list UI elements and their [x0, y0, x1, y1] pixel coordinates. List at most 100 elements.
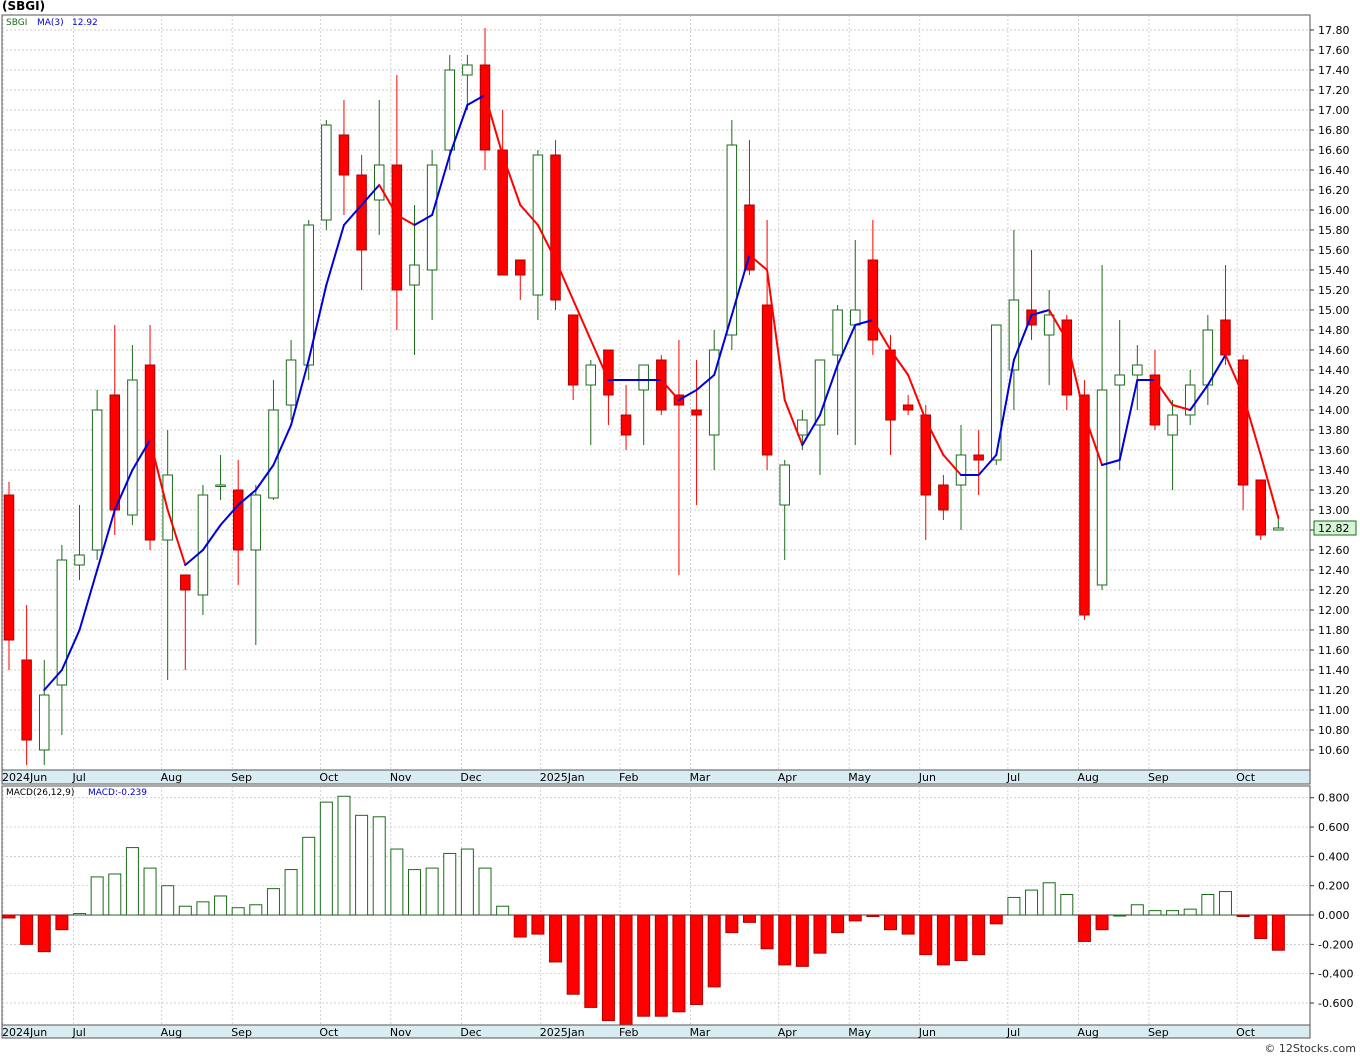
candle-body	[620, 414, 632, 436]
macd-bar	[972, 914, 986, 956]
macd-bar	[302, 836, 316, 916]
price-y-tick-label: 17.40	[1318, 64, 1350, 77]
macd-x-tick-label: Apr	[778, 1026, 798, 1039]
candle-body	[1114, 374, 1125, 386]
macd-bar	[390, 848, 404, 916]
site-credit: © 12Stocks.com	[1264, 1042, 1356, 1055]
macd-bar	[637, 914, 651, 1017]
macd-legend-value: -0.239	[118, 788, 147, 798]
candle-body	[1043, 314, 1055, 336]
candle-body	[867, 259, 879, 341]
macd-bar	[1166, 910, 1180, 916]
candle-body	[1220, 319, 1231, 356]
price-y-tick-label: 17.00	[1318, 104, 1350, 117]
macd-bar	[584, 914, 598, 1008]
macd-bar	[266, 888, 280, 916]
candle-body	[1079, 394, 1090, 616]
macd-bar	[73, 913, 87, 916]
macd-y-tick-label: -0.400	[1318, 968, 1353, 981]
macd-legend-indicator: MACD(26,12,9)	[6, 788, 74, 798]
macd-bar	[566, 914, 580, 995]
macd-bar	[249, 904, 263, 916]
macd-bar	[143, 867, 157, 916]
candle-body	[761, 304, 773, 456]
price-y-tick-label: 12.60	[1318, 544, 1350, 557]
price-y-tick-label: 14.40	[1318, 364, 1350, 377]
macd-bar	[989, 914, 1003, 925]
macd-x-tick-label: Oct	[319, 1026, 339, 1039]
macd-bar	[1095, 914, 1109, 931]
macd-bar	[601, 914, 615, 1022]
candle-body	[391, 164, 403, 291]
price-y-tick-label: 13.20	[1318, 484, 1350, 497]
price-y-tick-label: 13.60	[1318, 444, 1350, 457]
price-y-tick-label: 11.20	[1318, 684, 1350, 697]
macd-y-tick-label: 0.800	[1318, 792, 1350, 805]
candle-body	[515, 259, 526, 276]
price-y-tick-label: 17.60	[1318, 44, 1350, 57]
macd-bar	[214, 895, 228, 916]
candle-body	[3, 494, 15, 641]
price-y-tick-label: 12.00	[1318, 604, 1350, 617]
macd-y-tick-label: 0.600	[1318, 821, 1350, 834]
macd-x-tick-label: Aug	[161, 1026, 182, 1039]
candle-body	[832, 309, 843, 356]
price-y-tick-label: 12.20	[1318, 584, 1350, 597]
macd-bar	[795, 914, 809, 967]
macd-bar	[284, 869, 298, 916]
macd-bar	[672, 914, 686, 1013]
macd-x-tick-label: Dec	[460, 1026, 481, 1039]
macd-x-tick-label: Jun	[918, 1026, 936, 1039]
price-y-tick-label: 15.60	[1318, 244, 1350, 257]
price-x-tick-label: Jul	[1006, 771, 1020, 784]
macd-x-tick-label: Jul	[72, 1026, 86, 1039]
price-y-tick-label: 11.60	[1318, 644, 1350, 657]
candle-body	[885, 349, 896, 421]
macd-bar	[549, 914, 563, 963]
macd-bar	[1042, 882, 1056, 916]
price-x-tick-label: Nov	[390, 771, 412, 784]
macd-x-tick-label: Feb	[619, 1026, 638, 1039]
macd-y-tick-label: 0.200	[1318, 880, 1350, 893]
macd-bar	[1254, 914, 1268, 939]
candle-body	[1132, 364, 1143, 376]
macd-bar	[478, 867, 492, 916]
candle-body	[409, 264, 420, 286]
price-y-tick-label: 11.40	[1318, 664, 1350, 677]
price-x-tick-label: Jun	[918, 771, 936, 784]
macd-x-tick-label: 2024Jun	[2, 1026, 47, 1039]
last-price-label: 12.82	[1318, 522, 1350, 535]
macd-bar	[954, 914, 968, 961]
candle-body	[232, 489, 244, 551]
price-y-tick-label: 16.60	[1318, 144, 1350, 157]
macd-bar	[725, 914, 739, 934]
macd-bar	[1271, 914, 1285, 951]
candle-body	[91, 409, 103, 551]
macd-bar	[355, 814, 369, 916]
candle-body	[1237, 359, 1249, 486]
candle-body	[127, 379, 138, 516]
macd-y-tick-label: 0.000	[1318, 909, 1350, 922]
price-y-tick-label: 11.80	[1318, 624, 1350, 637]
macd-x-tick-label: Mar	[690, 1026, 711, 1039]
macd-bar	[460, 848, 474, 916]
macd-bar	[690, 914, 704, 1005]
candle-body	[356, 174, 367, 251]
macd-bar	[319, 801, 333, 916]
price-x-tick-label: Dec	[460, 771, 481, 784]
macd-bar	[1183, 908, 1197, 916]
price-x-tick-label: 2025Jan	[540, 771, 585, 784]
candle-body	[462, 64, 473, 76]
candle-body	[321, 124, 332, 221]
macd-bar	[1148, 910, 1162, 916]
price-y-tick-label: 15.40	[1318, 264, 1350, 277]
candle-body	[1202, 329, 1214, 386]
price-y-tick-label: 12.40	[1318, 564, 1350, 577]
candle-body	[444, 69, 455, 151]
macd-bar	[919, 914, 933, 956]
price-x-tick-label: 2024Jun	[2, 771, 47, 784]
macd-bar	[1060, 894, 1074, 916]
candle-body	[215, 484, 226, 487]
macd-bar	[37, 914, 51, 953]
macd-bar	[1236, 914, 1250, 917]
